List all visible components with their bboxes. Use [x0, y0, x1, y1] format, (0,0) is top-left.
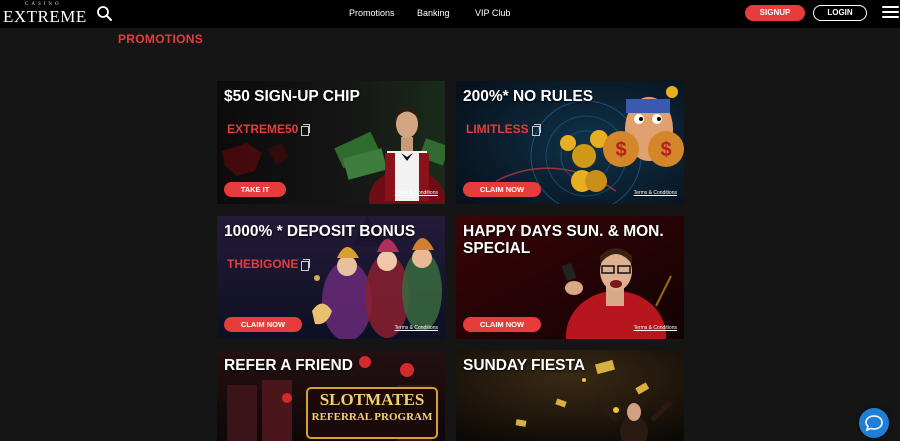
- promo-card-happy-days[interactable]: HAPPY DAYS SUN. & MON. SPECIAL CLAIM NOW…: [456, 216, 684, 339]
- promo-title: 1000% * DEPOSIT BONUS: [224, 223, 416, 240]
- signup-button[interactable]: SIGNUP: [745, 5, 805, 21]
- copy-icon[interactable]: [531, 124, 541, 136]
- nav-banking-link[interactable]: Banking: [417, 8, 450, 18]
- promo-code: THEBIGONE: [227, 257, 311, 271]
- promo-card-deposit-bonus[interactable]: 1000% * DEPOSIT BONUS THEBIGONE CLAIM NO…: [217, 216, 445, 339]
- search-icon[interactable]: [96, 5, 113, 22]
- promo-code-text: EXTREME50: [227, 122, 299, 136]
- copy-icon[interactable]: [301, 124, 311, 136]
- promo-card-sunday-fiesta[interactable]: SUNDAY FIESTA: [456, 350, 684, 441]
- hamburger-menu-icon[interactable]: [882, 6, 899, 20]
- slotmates-banner-title: SLOTMATES: [319, 390, 425, 409]
- claim-now-button[interactable]: CLAIM NOW: [463, 317, 541, 332]
- promo-code: EXTREME50: [227, 122, 311, 136]
- promo-title: HAPPY DAYS SUN. & MON. SPECIAL: [463, 223, 664, 257]
- chat-bubble-icon: [865, 415, 883, 432]
- logo-extreme-text: EXTREME: [3, 7, 87, 26]
- promo-title-line2: SPECIAL: [463, 240, 531, 257]
- promo-title-line1: HAPPY DAYS SUN. & MON.: [463, 223, 664, 240]
- svg-text:$: $: [660, 139, 671, 161]
- slotmates-banner: SLOTMATES REFERRAL PROGRAM: [307, 390, 437, 424]
- casino-extreme-logo[interactable]: CASINO EXTREME: [3, 2, 86, 26]
- nav-vip-club-link[interactable]: VIP Club: [475, 8, 510, 18]
- terms-conditions-link[interactable]: Terms & Conditions: [634, 190, 677, 196]
- svg-text:$: $: [615, 139, 626, 161]
- claim-now-button[interactable]: CLAIM NOW: [224, 317, 302, 332]
- promo-card-refer-friend[interactable]: REFER A FRIEND SLOTMATES REFERRAL PROGRA…: [217, 350, 445, 441]
- promo-title: REFER A FRIEND: [224, 357, 353, 374]
- terms-conditions-link[interactable]: Terms & Conditions: [395, 325, 438, 331]
- page-title: PROMOTIONS: [118, 32, 204, 46]
- copy-icon[interactable]: [301, 259, 311, 271]
- promo-card-signup-chip[interactable]: $50 SIGN-UP CHIP EXTREME50 TAKE IT Terms…: [217, 81, 445, 204]
- promo-code-text: LIMITLESS: [466, 122, 529, 136]
- terms-conditions-link[interactable]: Terms & Conditions: [634, 325, 677, 331]
- promo-code-text: THEBIGONE: [227, 257, 299, 271]
- live-chat-button[interactable]: [859, 408, 889, 438]
- promo-title: $50 SIGN-UP CHIP: [224, 88, 360, 105]
- nav-promotions-link[interactable]: Promotions: [349, 8, 395, 18]
- top-navigation-bar: CASINO EXTREME Promotions Banking VIP Cl…: [0, 0, 900, 28]
- promo-code: LIMITLESS: [466, 122, 541, 136]
- take-it-button[interactable]: TAKE IT: [224, 182, 286, 197]
- promo-title: 200%* NO RULES: [463, 88, 594, 105]
- terms-conditions-link[interactable]: Terms & Conditions: [395, 190, 438, 196]
- claim-now-button[interactable]: CLAIM NOW: [463, 182, 541, 197]
- login-button[interactable]: LOGIN: [813, 5, 867, 21]
- promo-card-no-rules[interactable]: $ $ 200%* NO RULES LIMITLESS CLAIM NOW T…: [456, 81, 684, 204]
- slotmates-banner-subtitle: REFERRAL PROGRAM: [311, 411, 433, 423]
- promo-title: SUNDAY FIESTA: [463, 357, 586, 374]
